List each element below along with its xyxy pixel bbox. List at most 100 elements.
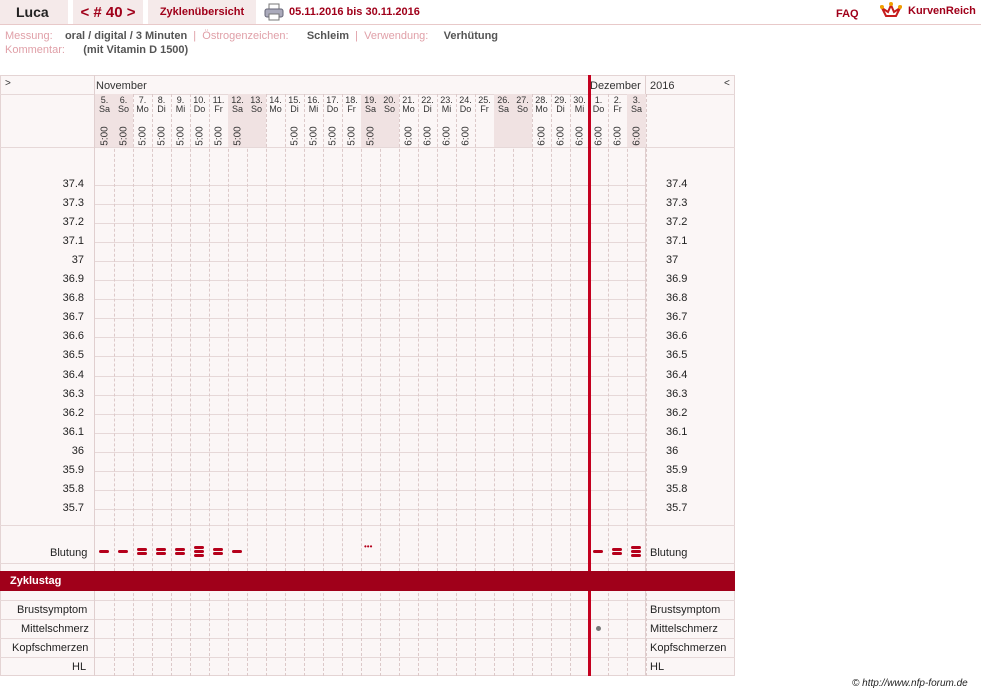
measurement-label: Messung: xyxy=(5,30,53,42)
usage-label: Verwendung: xyxy=(364,30,429,42)
symptom-label-right: Mittelschmerz xyxy=(650,623,718,635)
usage-value: Verhütung xyxy=(443,30,499,42)
temp-tick-left: 35.8 xyxy=(62,482,84,495)
day-header: 27. So xyxy=(513,96,532,114)
bleeding-label-right: Blutung xyxy=(650,547,688,559)
bleeding-mark xyxy=(99,550,109,554)
day-header: 28. Mo xyxy=(532,96,551,114)
row-separator xyxy=(0,657,735,658)
symptom-label-left: Mittelschmerz xyxy=(21,623,89,635)
symptom-label-right: HL xyxy=(650,661,665,673)
weekday: Di xyxy=(290,104,299,114)
temp-tick-left: 36.1 xyxy=(62,425,84,438)
weekday: Mi xyxy=(441,104,452,114)
time-value: 5:00 xyxy=(118,126,129,146)
crown-icon[interactable] xyxy=(879,2,903,23)
temp-tick-right: 36.5 xyxy=(666,349,688,362)
day-header: 11. Fr xyxy=(209,96,228,114)
symptom-label-left: Kopfschmerzen xyxy=(12,642,89,654)
day-header: 8. Di xyxy=(152,96,171,114)
measurement-time: 6:00 xyxy=(627,116,646,156)
weekday: So xyxy=(516,104,528,114)
bleeding-bar xyxy=(156,552,166,555)
weekday: Fr xyxy=(480,104,489,114)
temp-gridline xyxy=(95,356,645,358)
day-header: 30. Mi xyxy=(570,96,589,114)
temp-tick-left: 36.4 xyxy=(62,368,84,381)
time-value: 5:00 xyxy=(213,126,224,146)
info-line-1: Messung: oral / digital / 3 Minuten | Ös… xyxy=(5,30,499,42)
bleeding-bar xyxy=(194,546,204,549)
measurement-value: oral / digital / 3 Minuten xyxy=(64,30,188,42)
measurement-time: 5:00 xyxy=(95,116,114,156)
symptom-label-left: Brustsymptom xyxy=(17,604,88,616)
day-header: 20. So xyxy=(380,96,399,114)
bleeding-bar xyxy=(175,552,185,555)
month-label-december: Dezember xyxy=(590,80,641,92)
measurement-time: 5:00 xyxy=(342,116,361,156)
estrogen-value: Schleim xyxy=(306,30,350,42)
weekday: Di xyxy=(423,104,432,114)
temp-gridline xyxy=(95,508,645,510)
weekday: Fr xyxy=(613,104,622,114)
bleeding-bar xyxy=(593,550,603,553)
temp-tick-left: 37.1 xyxy=(62,235,84,248)
symptom-label-left: HL xyxy=(72,661,87,673)
day-header: 12. Sa xyxy=(228,96,247,114)
bleeding-bar xyxy=(99,550,109,553)
year-label: 2016 xyxy=(650,80,675,92)
day-header: 16. Mi xyxy=(304,96,323,114)
brand-name[interactable]: KurvenReich xyxy=(908,5,976,17)
temp-tick-left: 37.3 xyxy=(62,197,84,210)
weekday: Mo xyxy=(402,104,415,114)
measurement-time: 6:00 xyxy=(589,116,608,156)
measurement-time: 6:00 xyxy=(399,116,418,156)
row-separator xyxy=(0,638,735,639)
cycle-overview-link[interactable]: Zyklenübersicht xyxy=(148,0,256,24)
temp-tick-right: 36.7 xyxy=(666,311,688,324)
temp-tick-right: 36.3 xyxy=(666,387,688,400)
faq-link[interactable]: FAQ xyxy=(836,8,859,20)
date-range: 05.11.2016 bis 30.11.2016 xyxy=(289,6,420,18)
day-header: 26. Sa xyxy=(494,96,513,114)
printer-icon[interactable] xyxy=(264,3,284,21)
weekday: Do xyxy=(193,104,206,114)
cycle-navigator[interactable]: < # 40 > xyxy=(73,0,143,24)
weekday: Sa xyxy=(231,104,243,114)
row-separator xyxy=(0,619,735,620)
temp-tick-right: 36.1 xyxy=(666,425,688,438)
time-value: 5:00 xyxy=(194,126,205,146)
temp-tick-left: 37.4 xyxy=(62,178,84,190)
bleeding-bar xyxy=(213,552,223,555)
time-value: 5:00 xyxy=(175,126,186,146)
temp-gridline xyxy=(95,242,645,244)
weekday: Sa xyxy=(630,104,642,114)
time-value: 6:00 xyxy=(631,126,642,146)
measurement-time: 5:00 xyxy=(171,116,190,156)
bleeding-mark xyxy=(213,548,223,556)
bleeding-bar xyxy=(213,548,223,551)
cycle-day-bar xyxy=(0,571,735,591)
temp-gridline xyxy=(95,280,645,282)
day-header: 5. Sa xyxy=(95,96,114,114)
day-header: 24. Do xyxy=(456,96,475,114)
day-header: 2. Fr xyxy=(608,96,627,114)
temp-tick-left: 36.8 xyxy=(62,292,84,305)
temp-tick-left: 35.9 xyxy=(62,463,84,476)
bleeding-mark xyxy=(194,546,204,558)
spotting-mark: ••• xyxy=(364,542,373,551)
nav-left-arrow[interactable]: > xyxy=(5,78,11,89)
temp-tick-right: 36.2 xyxy=(666,406,688,419)
nav-right-arrow[interactable]: < xyxy=(724,78,730,89)
bleeding-bar xyxy=(631,554,641,557)
measurement-time: 6:00 xyxy=(437,116,456,156)
measurement-time: 5:00 xyxy=(285,116,304,156)
comment-value: (mit Vitamin D 1500) xyxy=(83,44,189,56)
temp-tick-right: 37 xyxy=(666,254,679,267)
copyright[interactable]: © http://www.nfp-forum.de xyxy=(852,678,968,689)
bleeding-bar xyxy=(156,548,166,551)
time-value: 6:00 xyxy=(460,126,471,146)
bleeding-mark xyxy=(612,548,622,556)
measurement-time: 6:00 xyxy=(456,116,475,156)
day-header: 13. So xyxy=(247,96,266,114)
